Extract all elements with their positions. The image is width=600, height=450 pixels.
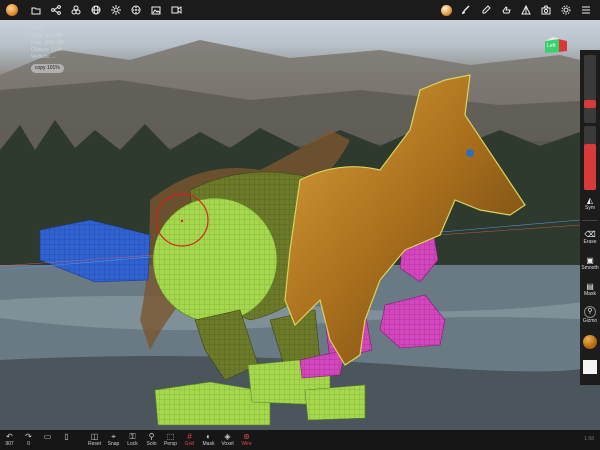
gizmo-button[interactable]: ⚲ Gizmo bbox=[580, 306, 600, 324]
material-color-swatch[interactable] bbox=[583, 335, 597, 349]
toolbar-button-label: Reset bbox=[87, 441, 102, 447]
intensity-slider-fill bbox=[584, 143, 596, 190]
toolbar-button-snap[interactable]: ⌖ Snap bbox=[104, 430, 123, 447]
voxel-icon: ◈ bbox=[224, 432, 231, 441]
snap-icon: ⌖ bbox=[111, 432, 116, 441]
grid-icon: # bbox=[187, 432, 192, 441]
symmetry-icon: ◭ bbox=[586, 196, 594, 205]
toolbar-button-label: Grid bbox=[184, 441, 195, 447]
image-icon[interactable] bbox=[146, 0, 166, 20]
undo-icon: ↶ bbox=[6, 432, 13, 441]
brush-icon[interactable] bbox=[456, 0, 476, 20]
toolbar-button-label: Voxel bbox=[221, 441, 234, 447]
gizmo-label: Gizmo bbox=[582, 318, 598, 324]
stats-line: Used: 367 MB bbox=[31, 33, 63, 39]
sphere-icon[interactable] bbox=[86, 0, 106, 20]
copy-badge[interactable]: copy 101% bbox=[31, 64, 64, 73]
intensity-slider[interactable] bbox=[584, 126, 596, 190]
light-icon[interactable] bbox=[106, 0, 126, 20]
reset-icon: ◫ bbox=[90, 432, 99, 441]
toolbar-button-0[interactable]: ↷ 0 bbox=[19, 430, 38, 447]
solo-icon: ⚲ bbox=[148, 432, 155, 441]
video-icon[interactable] bbox=[166, 0, 186, 20]
smooth-button[interactable]: ▣ Smooth bbox=[580, 256, 600, 271]
folder-icon[interactable] bbox=[26, 0, 46, 20]
toolbar-button-mask[interactable]: ◐ Mask bbox=[199, 430, 218, 447]
menu-icon[interactable] bbox=[576, 0, 596, 20]
camera-settings-icon[interactable] bbox=[536, 0, 556, 20]
toolbar-button-persp[interactable]: ⬚ Persp bbox=[161, 430, 180, 447]
toolbar-button-voxel[interactable]: ◈ Voxel bbox=[218, 430, 237, 447]
toolbar-button-sculpt[interactable]: ▭ bbox=[38, 430, 57, 441]
toolbar-button-grid[interactable]: # Grid bbox=[180, 430, 199, 447]
sculpt-icon: ▭ bbox=[43, 432, 52, 441]
view-cube-label: Left bbox=[547, 43, 556, 49]
toolbar-button-label: 907 bbox=[5, 441, 14, 447]
dropper-icon[interactable] bbox=[476, 0, 496, 20]
radius-slider[interactable] bbox=[584, 55, 596, 123]
scene-stats: RAM Used: 367 MB Free: 2560 MB Objects: … bbox=[31, 26, 64, 73]
sculpt-viewport[interactable]: RAM Used: 367 MB Free: 2560 MB Objects: … bbox=[0, 20, 600, 430]
bottom-toolbar: ↶ 907 ↷ 0 ▭ ▯ ◫ Reset ⌖ Snap ⚿ Lock ⚲ Solo ⬚ Persp # Grid… bbox=[0, 430, 600, 450]
persp-icon: ⬚ bbox=[166, 432, 175, 441]
version-label: 1.68 bbox=[584, 436, 594, 442]
eraser-icon: ⌫ bbox=[584, 230, 596, 239]
wire-icon: ⊛ bbox=[243, 432, 250, 441]
symmetry-button[interactable]: ◭ Sym bbox=[580, 196, 600, 211]
toolbar-button-label: 0 bbox=[27, 441, 30, 447]
mask-label: Mask bbox=[584, 291, 596, 297]
stats-line: RAM bbox=[31, 26, 43, 32]
smooth-label: Smooth bbox=[581, 265, 599, 271]
material-sphere-icon[interactable] bbox=[436, 0, 456, 20]
redo-icon: ↷ bbox=[25, 432, 32, 441]
toolbar-button-solo[interactable]: ⚲ Solo bbox=[142, 430, 161, 447]
toolbar-button-907[interactable]: ↶ 907 bbox=[0, 430, 19, 447]
app-logo-icon[interactable] bbox=[0, 0, 20, 20]
color-swatch-white[interactable] bbox=[583, 360, 597, 374]
film-reel-icon[interactable] bbox=[126, 0, 146, 20]
lock-icon: ⚿ bbox=[129, 432, 136, 441]
toolbar-button-label: Lock bbox=[127, 441, 138, 447]
symmetry-label: Sym bbox=[585, 205, 595, 211]
mask-button[interactable]: ▤ Mask bbox=[580, 282, 600, 297]
toolbar-button-label: Snap bbox=[107, 441, 120, 447]
toolbar-button-reset[interactable]: ◫ Reset bbox=[85, 430, 104, 447]
right-tool-panel: ◭ Sym ⌫ Erase ▣ Smooth ▤ Mask ⚲ Gizmo bbox=[580, 50, 600, 385]
toolbar-button-lock[interactable]: ⚿ Lock bbox=[123, 430, 142, 447]
toolbar-button-label: Persp bbox=[163, 441, 178, 447]
smooth-icon: ▣ bbox=[586, 256, 594, 265]
toolbar-button-label: Solo bbox=[146, 441, 157, 447]
erase-button[interactable]: ⌫ Erase bbox=[580, 230, 600, 245]
hand-icon[interactable] bbox=[496, 0, 516, 20]
toolbar-button-secondary[interactable]: ▯ bbox=[57, 430, 76, 441]
divider bbox=[582, 220, 598, 221]
stats-line: Vertices: ... bbox=[31, 54, 56, 60]
transform-icon[interactable] bbox=[516, 0, 536, 20]
toolbar-button-label: Wire bbox=[241, 441, 252, 447]
settings-icon[interactable] bbox=[556, 0, 576, 20]
toolbar-button-wire[interactable]: ⊛ Wire bbox=[237, 430, 256, 447]
stats-line: Objects: 1.6M bbox=[31, 47, 62, 53]
scene-render bbox=[0, 40, 600, 430]
layers-icon[interactable] bbox=[66, 0, 86, 20]
toolbar-button-label: Mask bbox=[202, 441, 215, 447]
erase-label: Erase bbox=[583, 239, 597, 245]
gizmo-icon: ⚲ bbox=[584, 306, 596, 318]
mask-icon: ▤ bbox=[586, 282, 594, 291]
radius-slider-fill bbox=[584, 100, 596, 109]
top-toolbar bbox=[0, 0, 600, 20]
share-icon[interactable] bbox=[46, 0, 66, 20]
view-cube[interactable]: Left bbox=[543, 36, 569, 54]
mask-icon: ◐ bbox=[206, 432, 211, 441]
stats-line: Free: 2560 MB bbox=[31, 40, 65, 46]
secondary-icon: ▯ bbox=[64, 432, 69, 441]
